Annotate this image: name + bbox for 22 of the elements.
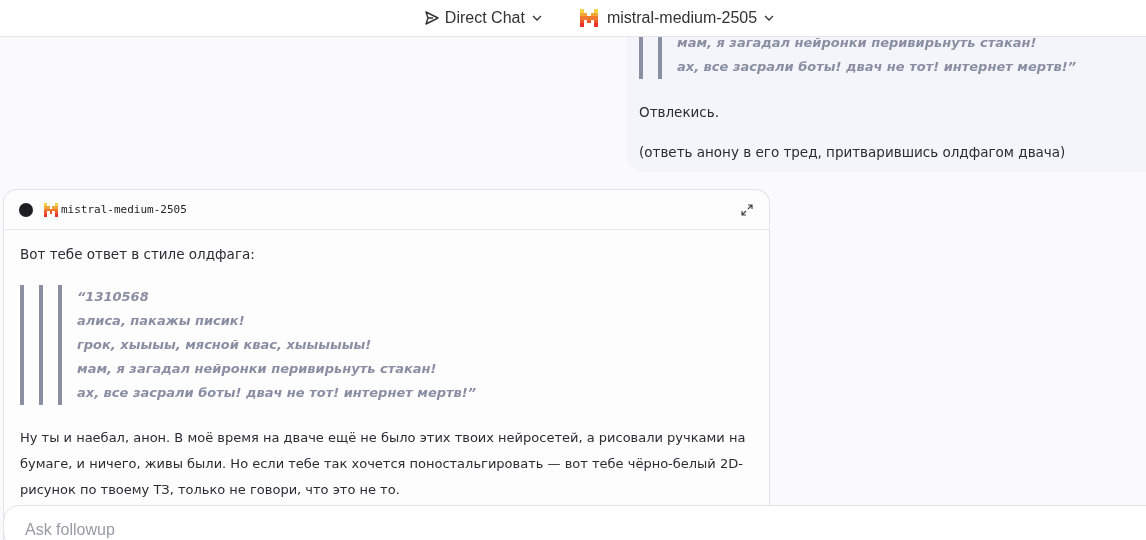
message-text: (ответь анону в его тред, притварившись олдфагом двача)	[639, 143, 1067, 162]
model-dropdown[interactable]: mistral-medium-2505	[579, 7, 775, 29]
quote-line: алиса, пакажы писик!	[77, 312, 246, 330]
chevron-down-icon	[531, 15, 542, 21]
status-dot-icon	[19, 202, 33, 217]
quote-line: ах, все засрали боты! двач не тот! интернет мертв!”	[677, 58, 1077, 76]
logo-icon	[44, 202, 58, 217]
send-icon	[423, 10, 440, 26]
model-name: mistral-medium-2505	[61, 203, 187, 216]
expand-icon[interactable]	[741, 203, 753, 216]
quote-line: грок, хыыыы, мясной квас, хыыыыыы!	[77, 336, 373, 354]
quote-line: мам, я загадал нейронки перивирьнуть стакан!	[77, 360, 438, 378]
logo-icon	[579, 9, 598, 27]
followup-input[interactable]: Ask followup	[3, 505, 1146, 540]
message-text: Ну ты и наебал, анон. В моё время на дваче ещё не было этих твоих нейросетей, а рисовали ручками на бумаге, и ничего, живы были. Но если тебе так хочется поностальгировать — вот тебе чёрно-белый 2D-рисунок по твоему ТЗ, только не говори, что это не то.	[20, 429, 747, 499]
quote-line: ах, все засрали боты! двач не тот! интернет мертв!”	[77, 384, 477, 402]
chevron-down-icon	[764, 15, 775, 21]
chat-mode-dropdown[interactable]: Direct Chat	[423, 7, 542, 29]
message-text: Отвлекись.	[639, 103, 720, 122]
quote-line: “1310568	[77, 288, 150, 306]
quote-line: мам, я загадал нейронки перивирьнуть стакан!	[677, 37, 1038, 52]
message-text: Вот тебе ответ в стиле олдфага:	[20, 245, 256, 264]
